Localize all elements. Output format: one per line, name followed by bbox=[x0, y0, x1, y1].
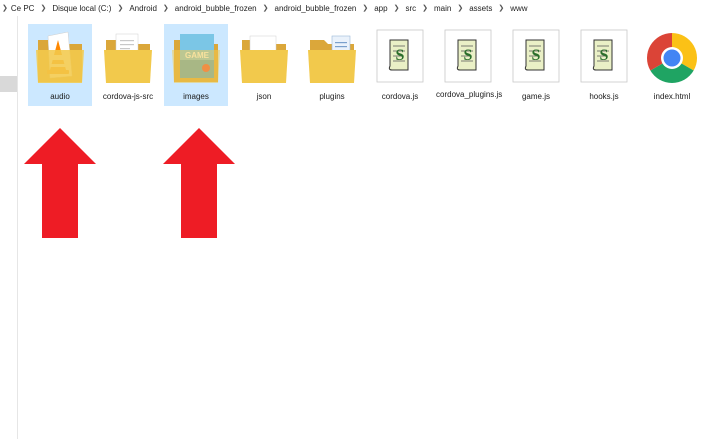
svg-text:S: S bbox=[464, 47, 473, 64]
file-label: index.html bbox=[653, 92, 691, 101]
file-item-audio[interactable]: audio bbox=[28, 24, 92, 106]
file-grid: audio cordova-js-src GAME bbox=[0, 0, 717, 439]
script-file-icon: S bbox=[442, 26, 494, 88]
file-item-plugins[interactable]: plugins bbox=[300, 24, 364, 106]
file-label: hooks.js bbox=[589, 92, 619, 101]
folder-image-icon: GAME bbox=[170, 26, 222, 88]
file-item-cordova-js-src[interactable]: cordova-js-src bbox=[96, 24, 160, 106]
file-label: cordova.js bbox=[381, 92, 419, 101]
file-item-game-js[interactable]: S game.js bbox=[504, 24, 568, 106]
file-item-images[interactable]: GAME images bbox=[164, 24, 228, 106]
script-file-icon: S bbox=[510, 26, 562, 88]
folder-vlc-icon bbox=[34, 26, 86, 88]
file-label: cordova-js-src bbox=[102, 92, 154, 101]
chrome-icon bbox=[646, 26, 698, 88]
folder-documents-icon bbox=[102, 26, 154, 88]
file-item-hooks-js[interactable]: S hooks.js bbox=[572, 24, 636, 106]
svg-text:S: S bbox=[600, 47, 609, 64]
folder-documents-icon bbox=[306, 26, 358, 88]
file-label: cordova_plugins.js bbox=[436, 90, 503, 99]
red-arrow-up-annotation bbox=[24, 128, 96, 238]
file-label: plugins bbox=[319, 92, 345, 101]
file-label: audio bbox=[50, 92, 70, 101]
file-label: json bbox=[256, 92, 272, 101]
folder-icon bbox=[238, 26, 290, 88]
svg-text:S: S bbox=[532, 47, 541, 64]
script-file-icon: S bbox=[374, 26, 426, 88]
red-arrow-up-annotation bbox=[163, 128, 235, 238]
file-label: images bbox=[183, 92, 209, 101]
file-item-index-html[interactable]: index.html bbox=[640, 24, 704, 106]
script-file-icon: S bbox=[578, 26, 630, 88]
file-label: game.js bbox=[521, 92, 550, 101]
file-item-cordova-js[interactable]: S cordova.js bbox=[368, 24, 432, 106]
file-item-json[interactable]: json bbox=[232, 24, 296, 106]
file-item-cordova-plugins-js[interactable]: S cordova_plugins.js bbox=[436, 24, 503, 106]
svg-text:S: S bbox=[396, 47, 405, 64]
